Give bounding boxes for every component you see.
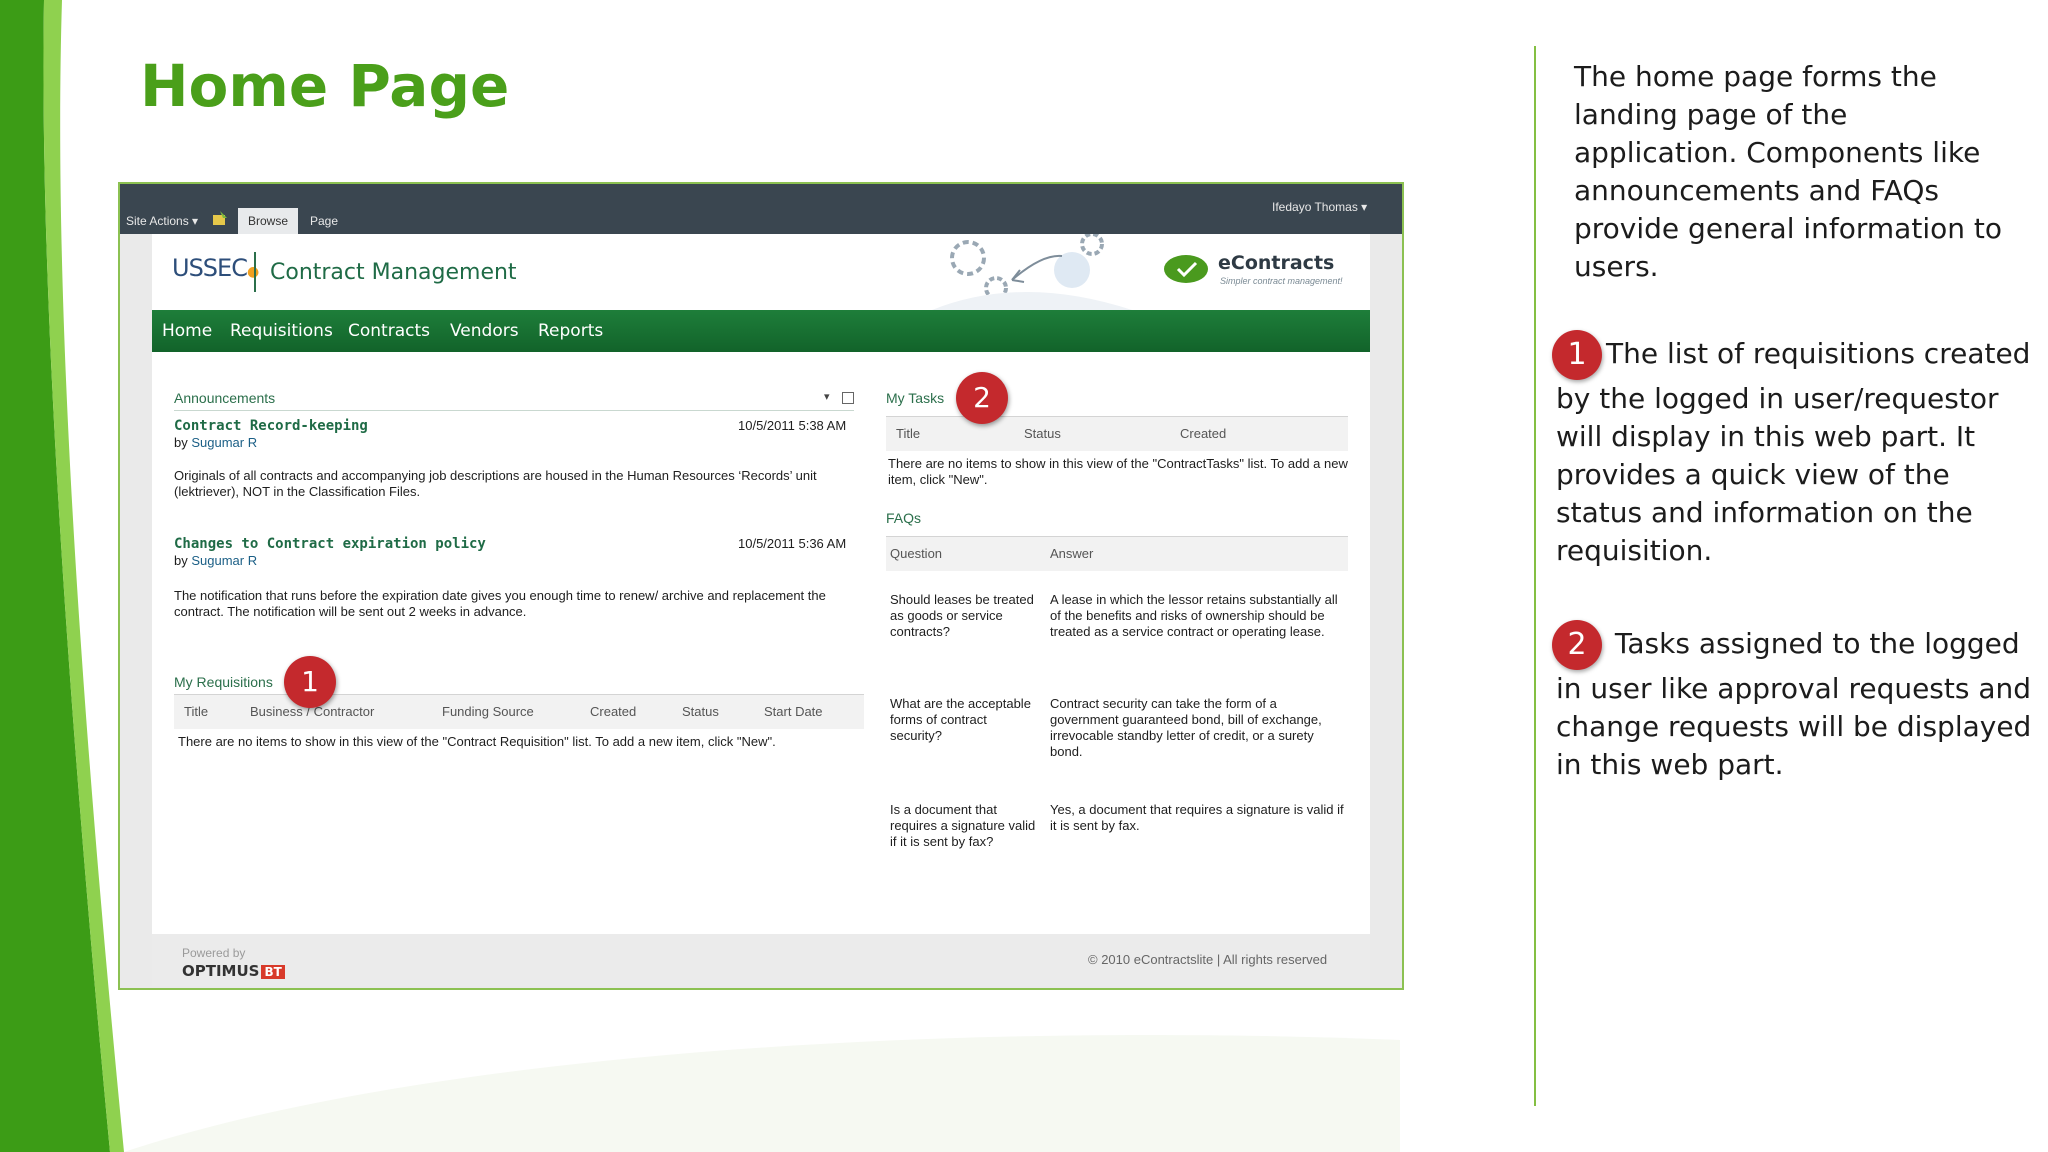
callout-badge-1: 1 xyxy=(284,656,336,708)
header-divider xyxy=(254,252,256,292)
faq-question-3: Is a document that requires a signature … xyxy=(890,802,1036,849)
note-requisitions-text: The list of requisitions created by the … xyxy=(1556,337,2031,567)
announcement-byline-1: by Sugumar R xyxy=(174,435,258,450)
chevron-down-icon: ▾ xyxy=(192,214,199,228)
note-tasks: 2 Tasks assigned to the logged in user l… xyxy=(1552,620,2032,784)
page-content: Announcements ▾ Contract Record-keeping … xyxy=(152,352,1370,934)
tasks-table-header: Title Status Created xyxy=(886,416,1348,451)
chevron-down-icon: ▾ xyxy=(1361,200,1368,214)
tasks-empty-message: There are no items to show in this view … xyxy=(888,456,1348,487)
webpart-menu-icon[interactable]: ▾ xyxy=(824,390,830,403)
logo-dot-icon: ● xyxy=(246,264,259,280)
col-task-title[interactable]: Title xyxy=(896,426,920,441)
nav-contracts[interactable]: Contracts xyxy=(348,310,430,352)
site-actions-menu[interactable]: Site Actions ▾ xyxy=(126,214,198,228)
col-answer[interactable]: Answer xyxy=(1050,546,1093,561)
slide-title: Home Page xyxy=(140,52,510,120)
note-requisitions: 1 The list of requisitions created by the… xyxy=(1552,330,2036,570)
app-screenshot: Site Actions ▾ Browse Page Ifedayo Thoma… xyxy=(118,182,1404,990)
powered-by-label: Powered by xyxy=(182,946,246,960)
user-menu[interactable]: Ifedayo Thomas ▾ xyxy=(1272,200,1367,214)
announcement-date-1: 10/5/2011 5:38 AM xyxy=(738,418,847,433)
col-status[interactable]: Status xyxy=(682,704,719,719)
requisitions-table-header: Title Business / Contractor Funding Sour… xyxy=(174,694,864,729)
faq-answer-3: Yes, a document that requires a signatur… xyxy=(1050,802,1344,833)
col-start-date[interactable]: Start Date xyxy=(764,704,823,719)
top-navigation: Home Requisitions Contracts Vendors Repo… xyxy=(152,310,1370,352)
nav-home[interactable]: Home xyxy=(162,310,212,352)
vertical-divider xyxy=(1534,46,1536,1106)
faq-answer-1: A lease in which the lessor retains subs… xyxy=(1050,592,1338,639)
col-funding-source[interactable]: Funding Source xyxy=(442,704,534,719)
faqs-table-header: Question Answer xyxy=(886,536,1348,571)
faq-question-1: Should leases be treated as goods or ser… xyxy=(890,592,1034,639)
site-header: USSEC● Contract Management eContracts Si… xyxy=(152,234,1370,310)
tab-browse[interactable]: Browse xyxy=(238,208,299,234)
announcement-body-2: The notification that runs before the ex… xyxy=(174,588,826,619)
col-task-created[interactable]: Created xyxy=(1180,426,1226,441)
faqs-title[interactable]: FAQs xyxy=(886,510,921,526)
nav-reports[interactable]: Reports xyxy=(538,310,603,352)
callout-badge-1: 1 xyxy=(1552,330,1602,380)
author-link[interactable]: Sugumar R xyxy=(191,553,257,568)
copyright-text: © 2010 eContractslite | All rights reser… xyxy=(1088,952,1328,967)
optimus-badge: BT xyxy=(261,965,285,979)
announcement-title-2[interactable]: Changes to Contract expiration policy xyxy=(174,536,486,552)
tab-page[interactable]: Page xyxy=(300,208,348,234)
callout-badge-2: 2 xyxy=(956,372,1008,424)
announcement-date-2: 10/5/2011 5:36 AM xyxy=(738,536,847,551)
nav-requisitions[interactable]: Requisitions xyxy=(230,310,333,352)
announcements-rule xyxy=(174,410,854,411)
announcement-body-1: Originals of all contracts and accompany… xyxy=(174,468,817,499)
requisitions-empty-message: There are no items to show in this view … xyxy=(178,734,776,749)
col-task-status[interactable]: Status xyxy=(1024,426,1061,441)
econtracts-leaf-icon xyxy=(1164,255,1208,283)
col-question[interactable]: Question xyxy=(890,546,942,561)
gears-illustration-icon xyxy=(932,234,1132,310)
author-link[interactable]: Sugumar R xyxy=(191,435,257,450)
optimus-logo: OPTIMUS BT xyxy=(182,962,285,980)
my-tasks-title[interactable]: My Tasks xyxy=(886,390,944,406)
announcements-title[interactable]: Announcements xyxy=(174,390,275,406)
webpart-checkbox[interactable] xyxy=(842,392,854,404)
intro-note: The home page forms the landing page of … xyxy=(1574,60,2002,283)
ussec-logo: USSEC● xyxy=(172,254,259,282)
ribbon-bar: Site Actions ▾ Browse Page Ifedayo Thoma… xyxy=(120,184,1402,234)
announcement-byline-2: by Sugumar R xyxy=(174,553,258,568)
my-requisitions-title[interactable]: My Requisitions xyxy=(174,674,273,690)
callout-badge-2: 2 xyxy=(1552,620,1602,670)
faq-answer-2: Contract security can take the form of a… xyxy=(1050,696,1322,759)
site-title[interactable]: Contract Management xyxy=(270,260,517,285)
col-created[interactable]: Created xyxy=(590,704,636,719)
edit-page-icon[interactable] xyxy=(212,210,228,229)
nav-vendors[interactable]: Vendors xyxy=(450,310,519,352)
econtracts-tagline: Simpler contract management! xyxy=(1220,276,1343,286)
econtracts-logo xyxy=(1164,254,1214,289)
col-title[interactable]: Title xyxy=(184,704,208,719)
announcement-title-1[interactable]: Contract Record-keeping xyxy=(174,418,368,434)
econtracts-brand: eContracts xyxy=(1218,252,1335,274)
note-tasks-text: Tasks assigned to the logged in user lik… xyxy=(1556,627,2032,781)
site-footer: Powered by OPTIMUS BT © 2010 eContractsli… xyxy=(152,934,1370,986)
faq-question-2: What are the acceptable forms of contrac… xyxy=(890,696,1031,743)
